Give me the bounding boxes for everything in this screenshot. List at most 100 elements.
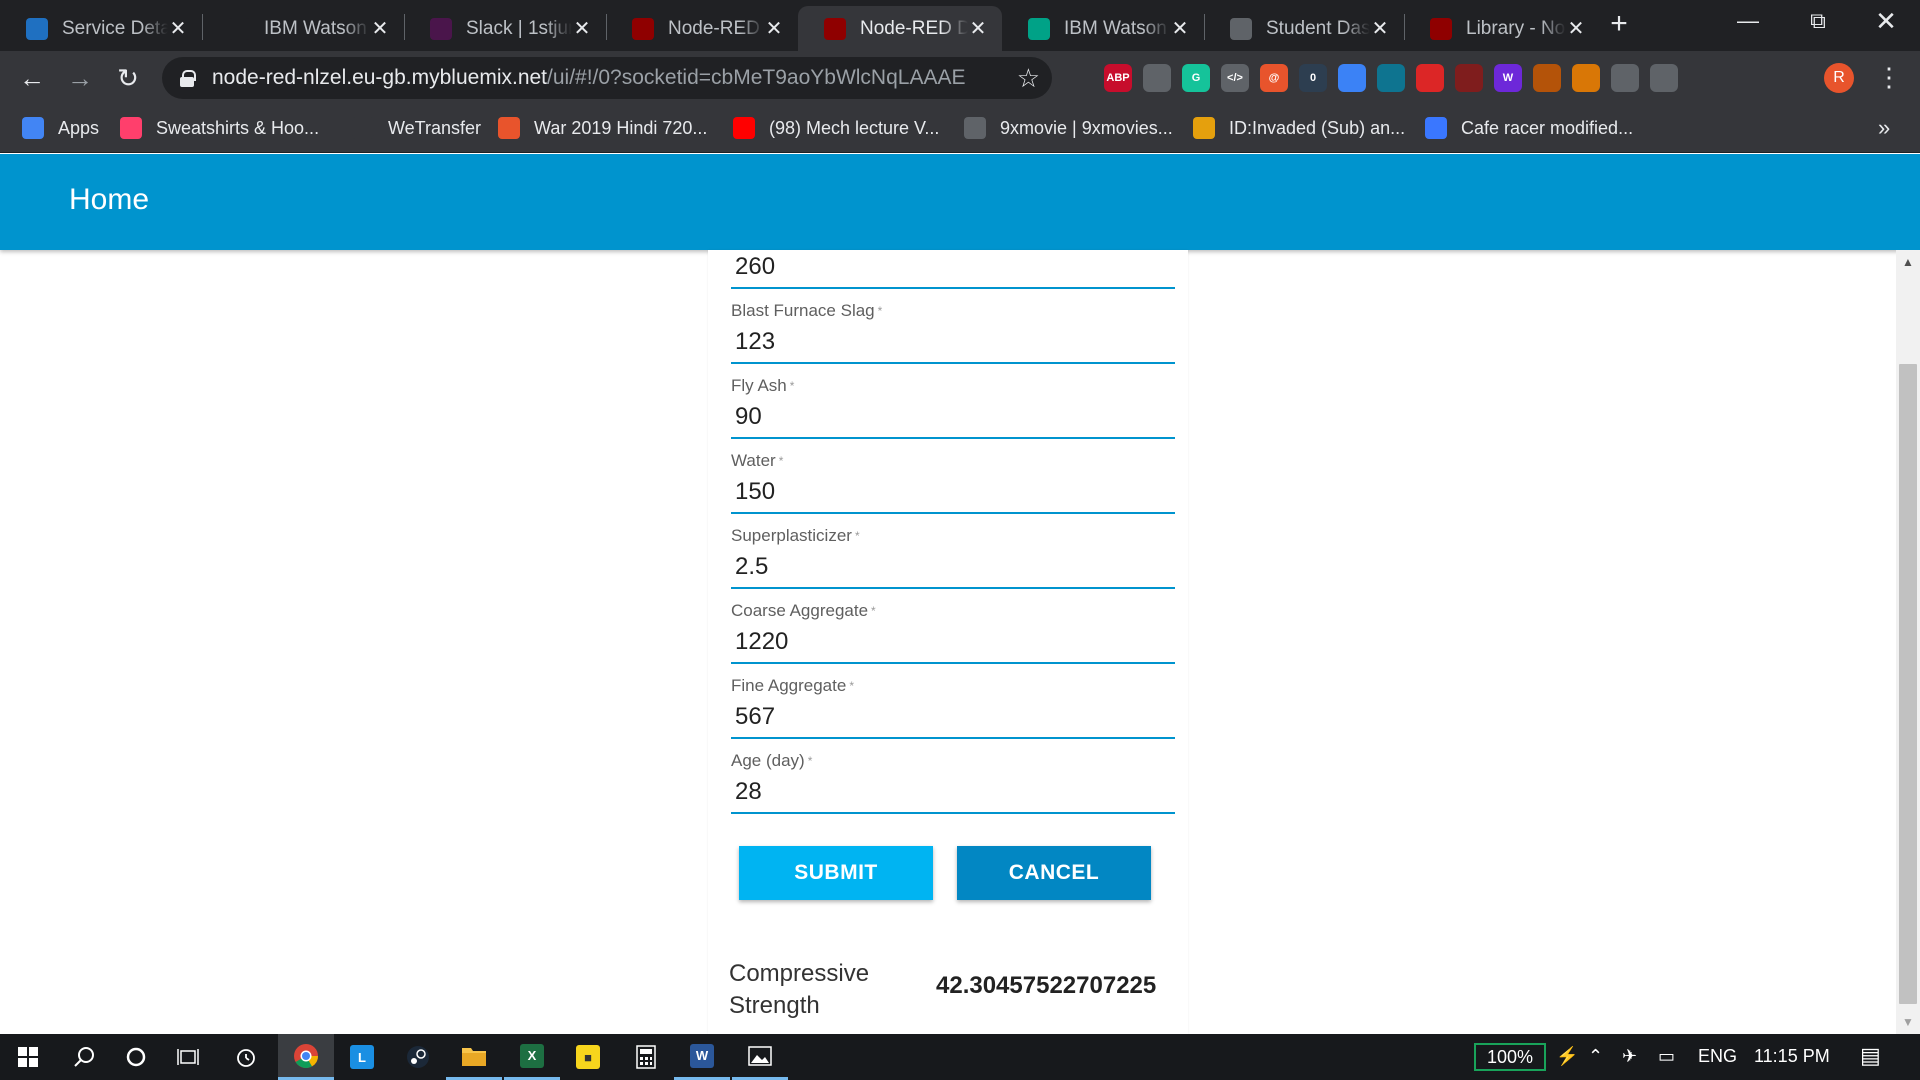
reload-button[interactable]: ↻ [108, 58, 148, 98]
required-marker: * [778, 454, 784, 468]
browser-menu-button[interactable]: ⋮ [1876, 63, 1902, 93]
excel-icon[interactable]: X [504, 1034, 560, 1080]
number-input[interactable]: 28 [731, 774, 1175, 814]
back-button[interactable]: ← [12, 58, 52, 98]
cloud-icon [26, 17, 48, 40]
tab-close-icon[interactable]: ✕ [370, 16, 390, 41]
steam-icon[interactable] [390, 1034, 446, 1080]
tab-close-icon[interactable]: ✕ [168, 16, 188, 41]
number-input[interactable]: 260 [731, 249, 1175, 289]
number-input[interactable]: 150 [731, 474, 1175, 514]
bookmark-item[interactable]: Apps [22, 117, 99, 139]
tab-separator [606, 14, 607, 40]
grammarly-icon[interactable]: G [1182, 64, 1210, 92]
airplane-mode-icon[interactable]: ✈ [1622, 1046, 1637, 1067]
number-input[interactable]: 2.5 [731, 549, 1175, 589]
cookie2-icon[interactable] [1572, 64, 1600, 92]
bookmark-item[interactable]: War 2019 Hindi 720... [498, 117, 707, 139]
browser-tab[interactable]: Node-RED : ✕ [606, 6, 798, 51]
browser-tab[interactable]: IBM Watson ✕ [202, 6, 404, 51]
tab-close-icon[interactable]: ✕ [968, 16, 988, 41]
minimize-button[interactable]: — [1718, 0, 1778, 42]
field-label-text: Age (day) [731, 751, 805, 770]
browser-tab[interactable]: Node-RED Dashboard✕ [798, 6, 1002, 51]
field-label-text: Fine Aggregate [731, 676, 847, 695]
restore-button[interactable]: ⧉ [1788, 0, 1848, 42]
cancel-button[interactable]: CANCEL [957, 846, 1151, 900]
arrow-icon[interactable] [1416, 64, 1444, 92]
browser-tab[interactable]: Library - Node-RED✕ [1404, 6, 1600, 51]
rocket-icon[interactable] [1338, 64, 1366, 92]
scroll-up-arrow-icon[interactable]: ▲ [1896, 250, 1920, 274]
number-input[interactable]: 1220 [731, 624, 1175, 664]
tab-title: IBM Watson [1064, 17, 1167, 39]
puzzle-icon[interactable] [1611, 64, 1639, 92]
power-plug-icon[interactable]: ⚡ [1556, 1046, 1578, 1067]
form-field: Water * 150 [731, 448, 1175, 514]
close-window-button[interactable]: ✕ [1856, 0, 1916, 42]
number-input[interactable]: 123 [731, 324, 1175, 364]
browser-tab[interactable]: IBM Watson ✕ [1002, 6, 1204, 51]
l-app-icon[interactable]: L [334, 1034, 390, 1080]
form-field: Age (day) * 28 [731, 748, 1175, 814]
w-icon[interactable]: W [1494, 64, 1522, 92]
battery-percent-badge[interactable]: 100% [1474, 1043, 1546, 1071]
playlist-icon[interactable] [1650, 64, 1678, 92]
adblock-icon[interactable]: ABP [1104, 64, 1132, 92]
number-input[interactable]: 567 [731, 699, 1175, 739]
battery-icon[interactable]: ▭ [1658, 1046, 1675, 1067]
tray-expand-icon[interactable]: ⌃ [1588, 1046, 1603, 1067]
photos-icon[interactable] [732, 1034, 788, 1080]
bookmark-item[interactable]: WeTransfer [352, 117, 481, 139]
tab-close-icon[interactable]: ✕ [1370, 16, 1390, 41]
chrome-taskbar-icon[interactable] [278, 1034, 334, 1080]
hexagon-icon[interactable] [1377, 64, 1405, 92]
sticky-notes-icon[interactable]: ■ [560, 1034, 616, 1080]
record-icon[interactable] [1455, 64, 1483, 92]
calculator-icon[interactable] [618, 1034, 674, 1080]
search-icon[interactable] [56, 1034, 112, 1080]
page-scrollbar[interactable]: ▲ ▼ [1896, 250, 1920, 1034]
windows-start-icon[interactable] [0, 1034, 56, 1080]
profile-avatar[interactable]: R [1824, 63, 1854, 93]
more-bookmarks-icon[interactable]: » [1878, 115, 1890, 141]
field-label-text: Coarse Aggregate [731, 601, 869, 620]
bookmark-item[interactable]: Sweatshirts & Hoo... [120, 117, 319, 139]
code-icon[interactable]: </> [1221, 64, 1249, 92]
cookie-icon[interactable] [1533, 64, 1561, 92]
bookmark-star-icon[interactable]: ☆ [1017, 63, 1040, 94]
swirl-icon[interactable]: @ [1260, 64, 1288, 92]
alarm-clock-icon[interactable] [218, 1034, 274, 1080]
bookmark-label: 9xmovie | 9xmovies... [1000, 117, 1173, 138]
cortana-icon[interactable] [108, 1034, 164, 1080]
submit-button[interactable]: SUBMIT [739, 846, 933, 900]
tab-strip: Service Details✕IBM Watson✕Slack | 1stju… [0, 0, 1920, 51]
language-indicator[interactable]: ENG [1698, 1046, 1737, 1067]
slack-icon [430, 17, 452, 40]
number-input[interactable]: 90 [731, 399, 1175, 439]
scroll-down-arrow-icon[interactable]: ▼ [1896, 1010, 1920, 1034]
tab-close-icon[interactable]: ✕ [764, 16, 784, 41]
forward-button[interactable]: → [60, 58, 100, 98]
link-icon[interactable]: 0 [1299, 64, 1327, 92]
new-tab-button[interactable]: + [1604, 9, 1634, 40]
bookmark-item[interactable]: (98) Mech lecture V... [733, 117, 939, 139]
browser-tab[interactable]: Student Dashboard✕ [1204, 6, 1404, 51]
browser-tab[interactable]: Service Details✕ [0, 6, 202, 51]
required-marker: * [807, 754, 813, 768]
notifications-icon[interactable]: ▤ [1860, 1043, 1881, 1069]
bookmark-item[interactable]: 9xmovie | 9xmovies... [964, 117, 1173, 139]
task-view-icon[interactable] [160, 1034, 216, 1080]
bookmark-item[interactable]: Cafe racer modified... [1425, 117, 1633, 139]
bookmark-item[interactable]: ID:Invaded (Sub) an... [1193, 117, 1405, 139]
tab-close-icon[interactable]: ✕ [572, 16, 592, 41]
scroll-thumb[interactable] [1899, 364, 1917, 1004]
tab-close-icon[interactable]: ✕ [1170, 16, 1190, 41]
word-icon[interactable]: W [674, 1034, 730, 1080]
address-bar[interactable]: node-red-nlzel.eu-gb.mybluemix.net/ui/#!… [162, 57, 1052, 99]
shield-icon[interactable] [1143, 64, 1171, 92]
browser-tab[interactable]: Slack | 1stjun ✕ [404, 6, 606, 51]
clock-time[interactable]: 11:15 PM [1754, 1046, 1830, 1067]
file-explorer-icon[interactable] [446, 1034, 502, 1080]
tab-close-icon[interactable]: ✕ [1566, 16, 1586, 41]
